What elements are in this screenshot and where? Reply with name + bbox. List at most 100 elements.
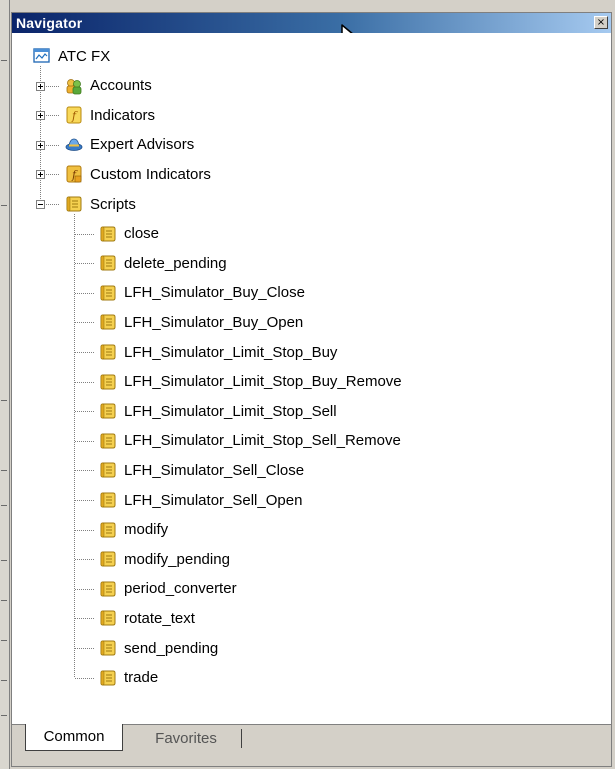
expand-toggle-icon[interactable] [36,170,45,180]
tree-group-item[interactable]: Accounts [64,75,152,97]
tree-connector [44,204,60,205]
tree-connector [44,144,60,146]
tree-connector [75,648,95,649]
script-item[interactable]: send_pending [98,637,218,659]
tree-connector [44,85,60,87]
tab-divider [241,729,242,748]
script-icon [98,579,118,599]
expand-toggle-icon[interactable] [36,140,45,150]
script-item[interactable]: LFH_Simulator_Limit_Stop_Buy_Remove [98,371,402,393]
script-item-label: LFH_Simulator_Sell_Close [124,461,305,479]
tree-connector [75,618,95,620]
script-item-label: LFH_Simulator_Limit_Stop_Sell [124,402,337,420]
script-item-label: LFH_Simulator_Limit_Stop_Buy_Remove [124,373,402,391]
script-item[interactable]: LFH_Simulator_Buy_Close [98,282,305,304]
script-item[interactable]: LFH_Simulator_Limit_Stop_Sell_Remove [98,430,401,452]
tree-connector [75,292,95,294]
script-icon [98,312,118,332]
navigator-tree: ATC FX Accounts f Indicators Expert Advisors… [12,33,611,727]
tree-connector [75,559,95,561]
script-icon [98,224,118,244]
tree-connector [75,381,95,383]
script-icon [98,549,118,569]
tree-group-label: Scripts [90,195,136,213]
tree-connector [75,411,95,413]
script-icon [98,520,118,540]
tree-connector [75,529,95,531]
tree-connector [75,440,95,442]
tree-group-item[interactable]: Scripts [64,193,136,215]
script-item-label: LFH_Simulator_Limit_Stop_Buy [124,343,338,361]
navigator-tab-bar: Common Favorites [12,724,611,766]
script-item-label: modify_pending [124,550,230,568]
script-item[interactable]: modify [98,519,168,541]
script-item[interactable]: modify_pending [98,548,230,570]
tree-root-item[interactable]: ATC FX [32,45,110,67]
close-button[interactable]: × [594,16,608,29]
script-item-label: LFH_Simulator_Limit_Stop_Sell_Remove [124,432,401,450]
tree-group-label: Indicators [90,106,156,124]
script-item-label: rotate_text [124,609,195,627]
navigator-panel: Navigator × ATC FX Accounts f Indicators Exp… [11,12,612,767]
tree-group-item[interactable]: f Indicators [64,104,155,126]
script-icon [98,342,118,362]
script-item-label: LFH_Simulator_Buy_Close [124,284,305,302]
expand-toggle-icon[interactable] [36,111,45,121]
script-item-label: modify [124,521,169,539]
tab-favorites[interactable]: Favorites [136,728,236,750]
script-icon [98,638,118,658]
script-item-label: delete_pending [124,254,227,272]
script-item[interactable]: rotate_text [98,607,195,629]
script-item[interactable]: LFH_Simulator_Limit_Stop_Sell [98,400,337,422]
tree-connector [75,500,95,501]
script-item[interactable]: LFH_Simulator_Buy_Open [98,311,303,333]
tree-connector [44,115,60,117]
script-item[interactable]: delete_pending [98,252,227,274]
tree-connector [75,322,95,324]
expand-toggle-icon[interactable] [36,81,45,91]
script-item[interactable]: LFH_Simulator_Sell_Close [98,459,304,481]
script-item[interactable]: close [98,223,159,245]
tree-connector [74,214,75,678]
tree-root-label: ATC FX [58,47,111,65]
script-item[interactable]: LFH_Simulator_Limit_Stop_Buy [98,341,337,363]
script-item-label: send_pending [124,639,219,657]
tree-group-label: Custom Indicators [90,165,211,183]
tree-connector [44,174,60,176]
left-panel-edge [0,0,10,769]
script-icon [98,608,118,628]
script-item-label: LFH_Simulator_Sell_Open [124,491,303,509]
tree-group-label: Accounts [90,77,152,95]
script-item-label: LFH_Simulator_Buy_Open [124,313,304,331]
tree-group-item[interactable]: Expert Advisors [64,134,194,156]
navigator-titlebar[interactable]: Navigator × [12,13,611,33]
indicator-icon: f [64,105,84,125]
script-item-label: period_converter [124,580,237,598]
navigator-title: Navigator [16,15,83,31]
custom-indicator-icon: f [64,164,84,184]
terminal-icon [32,46,52,66]
tree-connector [75,470,95,472]
tab-common[interactable]: Common [25,724,123,751]
script-icon [98,372,118,392]
tree-connector [75,677,95,679]
tree-connector [75,233,95,235]
script-item-label: close [124,225,160,243]
tree-connector [75,263,95,265]
script-icon [98,431,118,451]
script-icon [98,490,118,510]
expert-advisor-icon [64,135,84,155]
script-item[interactable]: period_converter [98,578,237,600]
script-item[interactable]: LFH_Simulator_Sell_Open [98,489,302,511]
script-item[interactable]: trade [98,667,158,689]
script-icon [98,283,118,303]
script-icon [98,668,118,688]
tree-group-label: Expert Advisors [90,136,195,154]
collapse-toggle-icon[interactable] [36,200,45,209]
tree-connector [75,352,95,353]
screen-background: Navigator × ATC FX Accounts f Indicators Exp… [0,0,615,769]
tree-connector [75,588,95,590]
tree-group-item[interactable]: f Custom Indicators [64,163,211,185]
script-icon [98,401,118,421]
script-icon [64,194,84,214]
